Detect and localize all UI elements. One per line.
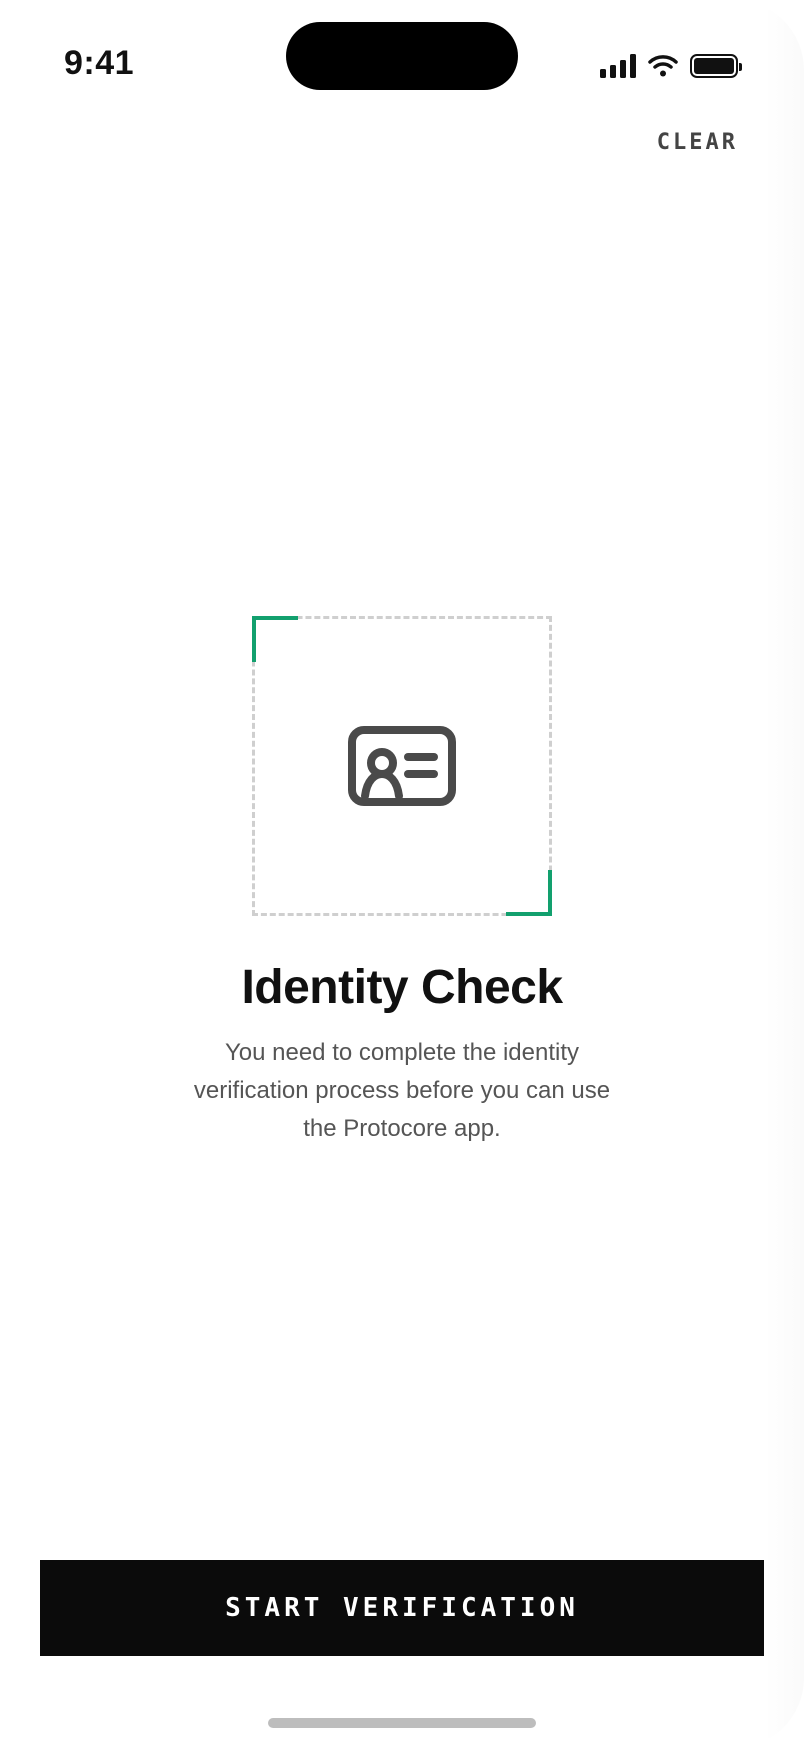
page-title: Identity Check: [241, 961, 563, 1014]
dynamic-island: [286, 22, 518, 90]
home-indicator: [268, 1718, 536, 1728]
battery-icon: [690, 54, 742, 78]
start-verification-button[interactable]: START VERIFICATION: [40, 1560, 764, 1656]
phone-screen: 9:41 CLEAR Identity Check You need to co…: [0, 0, 804, 1748]
scan-corner-top-left: [252, 616, 298, 662]
id-card-icon: [348, 726, 456, 806]
status-time: 9:41: [64, 44, 135, 82]
scan-corner-bottom-right: [506, 870, 552, 916]
clear-button[interactable]: CLEAR: [657, 130, 738, 155]
wifi-icon: [648, 55, 678, 77]
status-icons: [600, 54, 742, 78]
signal-icon: [600, 54, 636, 78]
page-description: You need to complete the identity verifi…: [193, 1039, 611, 1142]
